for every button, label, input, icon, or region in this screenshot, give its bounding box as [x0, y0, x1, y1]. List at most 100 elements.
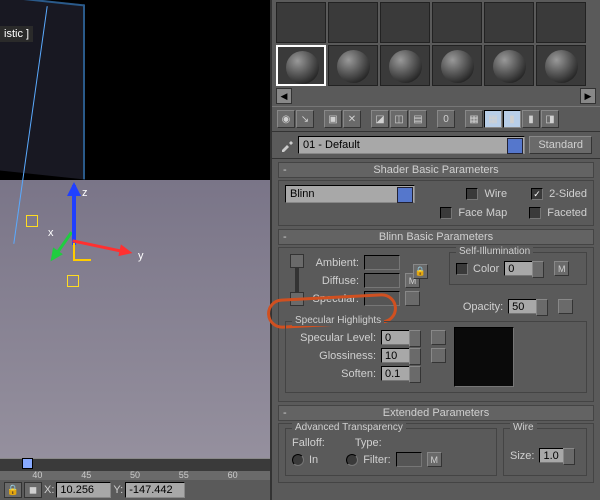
wire-group-label: Wire — [510, 422, 537, 433]
assign-icon[interactable]: ▣ — [324, 110, 342, 128]
type-label: Type: — [355, 437, 382, 449]
make-copy-icon[interactable]: ◪ — [371, 110, 389, 128]
get-material-icon[interactable]: ◉ — [277, 110, 295, 128]
shader-params-rollout[interactable]: -Shader Basic Parameters — [278, 162, 594, 178]
material-slot[interactable] — [432, 2, 482, 43]
preview-sphere — [286, 51, 319, 84]
selfillum-spinner[interactable]: 0 — [504, 261, 534, 276]
material-slot[interactable] — [484, 2, 534, 43]
material-slot[interactable] — [432, 45, 482, 86]
gloss-map-button[interactable] — [431, 348, 446, 363]
spec-high-label: Specular Highlights — [292, 315, 384, 326]
ambient-label: Ambient: — [309, 257, 359, 269]
material-slot-selected[interactable] — [276, 45, 326, 86]
blinn-params-rollout[interactable]: -Blinn Basic Parameters — [278, 229, 594, 245]
gizmo-x-axis[interactable] — [53, 231, 73, 257]
go-forward-icon[interactable]: ▮ — [522, 110, 540, 128]
timeline[interactable]: 4045505560 — [0, 458, 270, 480]
shader-dropdown[interactable]: Blinn — [285, 185, 415, 203]
soften-spinner[interactable]: 0.1 — [381, 366, 411, 381]
axis-label-x: x — [48, 227, 54, 239]
eyedropper-icon[interactable] — [280, 138, 294, 152]
type-filter-radio[interactable] — [346, 454, 358, 466]
make-unique-icon[interactable]: ◫ — [390, 110, 408, 128]
filter-color[interactable] — [396, 452, 422, 467]
status-bar: 🔒 ◼ X: 10.256 Y: -147.442 — [0, 480, 270, 500]
spec-level-label: Specular Level: — [292, 332, 376, 344]
2sided-checkbox[interactable]: ✓ — [531, 188, 543, 200]
gloss-spinner[interactable]: 10 — [381, 348, 411, 363]
selection-set-icon[interactable]: ◼ — [24, 482, 42, 498]
preview-sphere — [493, 50, 526, 83]
lock-selection-icon[interactable]: 🔒 — [4, 482, 22, 498]
selfillum-map-button[interactable]: M — [554, 261, 569, 276]
y-coord-field[interactable]: -147.442 — [125, 482, 185, 498]
material-slot[interactable] — [380, 2, 430, 43]
diffuse-label: Diffuse: — [309, 275, 359, 287]
options-icon[interactable]: ◨ — [541, 110, 559, 128]
material-slot[interactable] — [328, 2, 378, 43]
opacity-label: Opacity: — [463, 301, 503, 313]
faceted-checkbox[interactable] — [529, 207, 541, 219]
material-slot[interactable] — [276, 2, 326, 43]
wire-checkbox[interactable] — [466, 188, 478, 200]
move-gizmo[interactable]: z x y — [30, 195, 170, 305]
lock-ambient-icon[interactable]: 🔒 — [413, 264, 428, 279]
show-map-icon[interactable]: ▦ — [465, 110, 483, 128]
material-name-dropdown[interactable]: 01 - Default — [298, 136, 525, 154]
filter-map-button[interactable]: M — [427, 452, 442, 467]
preview-sphere — [545, 50, 578, 83]
material-slot[interactable] — [328, 45, 378, 86]
material-slot[interactable] — [380, 45, 430, 86]
preview-sphere — [441, 50, 474, 83]
playhead[interactable] — [22, 458, 33, 469]
opacity-spinner[interactable]: 50 — [508, 299, 538, 314]
scroll-right-icon[interactable]: ▶ — [580, 88, 596, 104]
show-end-result-icon[interactable]: ▦ — [484, 110, 502, 128]
color-checkbox[interactable] — [456, 263, 468, 275]
x-coord-field[interactable]: 10.256 — [56, 482, 111, 498]
preview-sphere — [337, 50, 370, 83]
preview-sphere — [389, 50, 422, 83]
material-slot[interactable] — [484, 45, 534, 86]
material-slot[interactable] — [536, 45, 586, 86]
in-label: In — [309, 454, 318, 466]
material-swatches — [272, 0, 600, 86]
2sided-label: 2-Sided — [549, 188, 587, 200]
spec-level-map-button[interactable] — [431, 330, 446, 345]
material-type-button[interactable]: Standard — [529, 136, 592, 154]
extended-params-rollout[interactable]: -Extended Parameters — [278, 405, 594, 421]
opacity-map-button[interactable] — [558, 299, 573, 314]
material-id-icon[interactable]: 0 — [437, 110, 455, 128]
facemap-checkbox[interactable] — [440, 207, 452, 219]
size-label: Size: — [510, 450, 534, 462]
viewport-3d[interactable]: istic ] z x y — [0, 0, 270, 460]
specular-label: Specular: — [309, 293, 359, 305]
specular-color[interactable] — [364, 291, 400, 306]
scroll-left-icon[interactable]: ◀ — [276, 88, 292, 104]
adv-trans-label: Advanced Transparency — [292, 422, 406, 433]
spec-level-spinner[interactable]: 0 — [381, 330, 411, 345]
axis-label-y: y — [138, 250, 144, 262]
put-library-icon[interactable]: ▤ — [409, 110, 427, 128]
filter-label: Filter: — [363, 454, 391, 466]
material-name-bar: 01 - Default Standard — [272, 132, 600, 159]
specular-map-button[interactable] — [405, 291, 420, 306]
diffuse-color[interactable] — [364, 273, 400, 288]
falloff-in-radio[interactable] — [292, 454, 304, 466]
selfillum-label: Self-Illumination — [456, 246, 533, 257]
put-to-scene-icon[interactable]: ↘ — [296, 110, 314, 128]
gizmo-plane[interactable] — [73, 243, 91, 261]
facemap-label: Face Map — [458, 207, 507, 219]
color-link[interactable] — [287, 254, 307, 306]
wire-label: Wire — [484, 188, 507, 200]
faceted-label: Faceted — [547, 207, 587, 219]
ambient-color[interactable] — [364, 255, 400, 270]
material-slot[interactable] — [536, 2, 586, 43]
reset-icon[interactable]: ✕ — [343, 110, 361, 128]
go-parent-icon[interactable]: ▮ — [503, 110, 521, 128]
wire-size-spinner[interactable]: 1.0 — [539, 448, 565, 463]
axis-label-z: z — [82, 187, 88, 199]
gizmo-z-axis[interactable] — [72, 185, 76, 245]
viewport-label[interactable]: istic ] — [0, 26, 33, 42]
